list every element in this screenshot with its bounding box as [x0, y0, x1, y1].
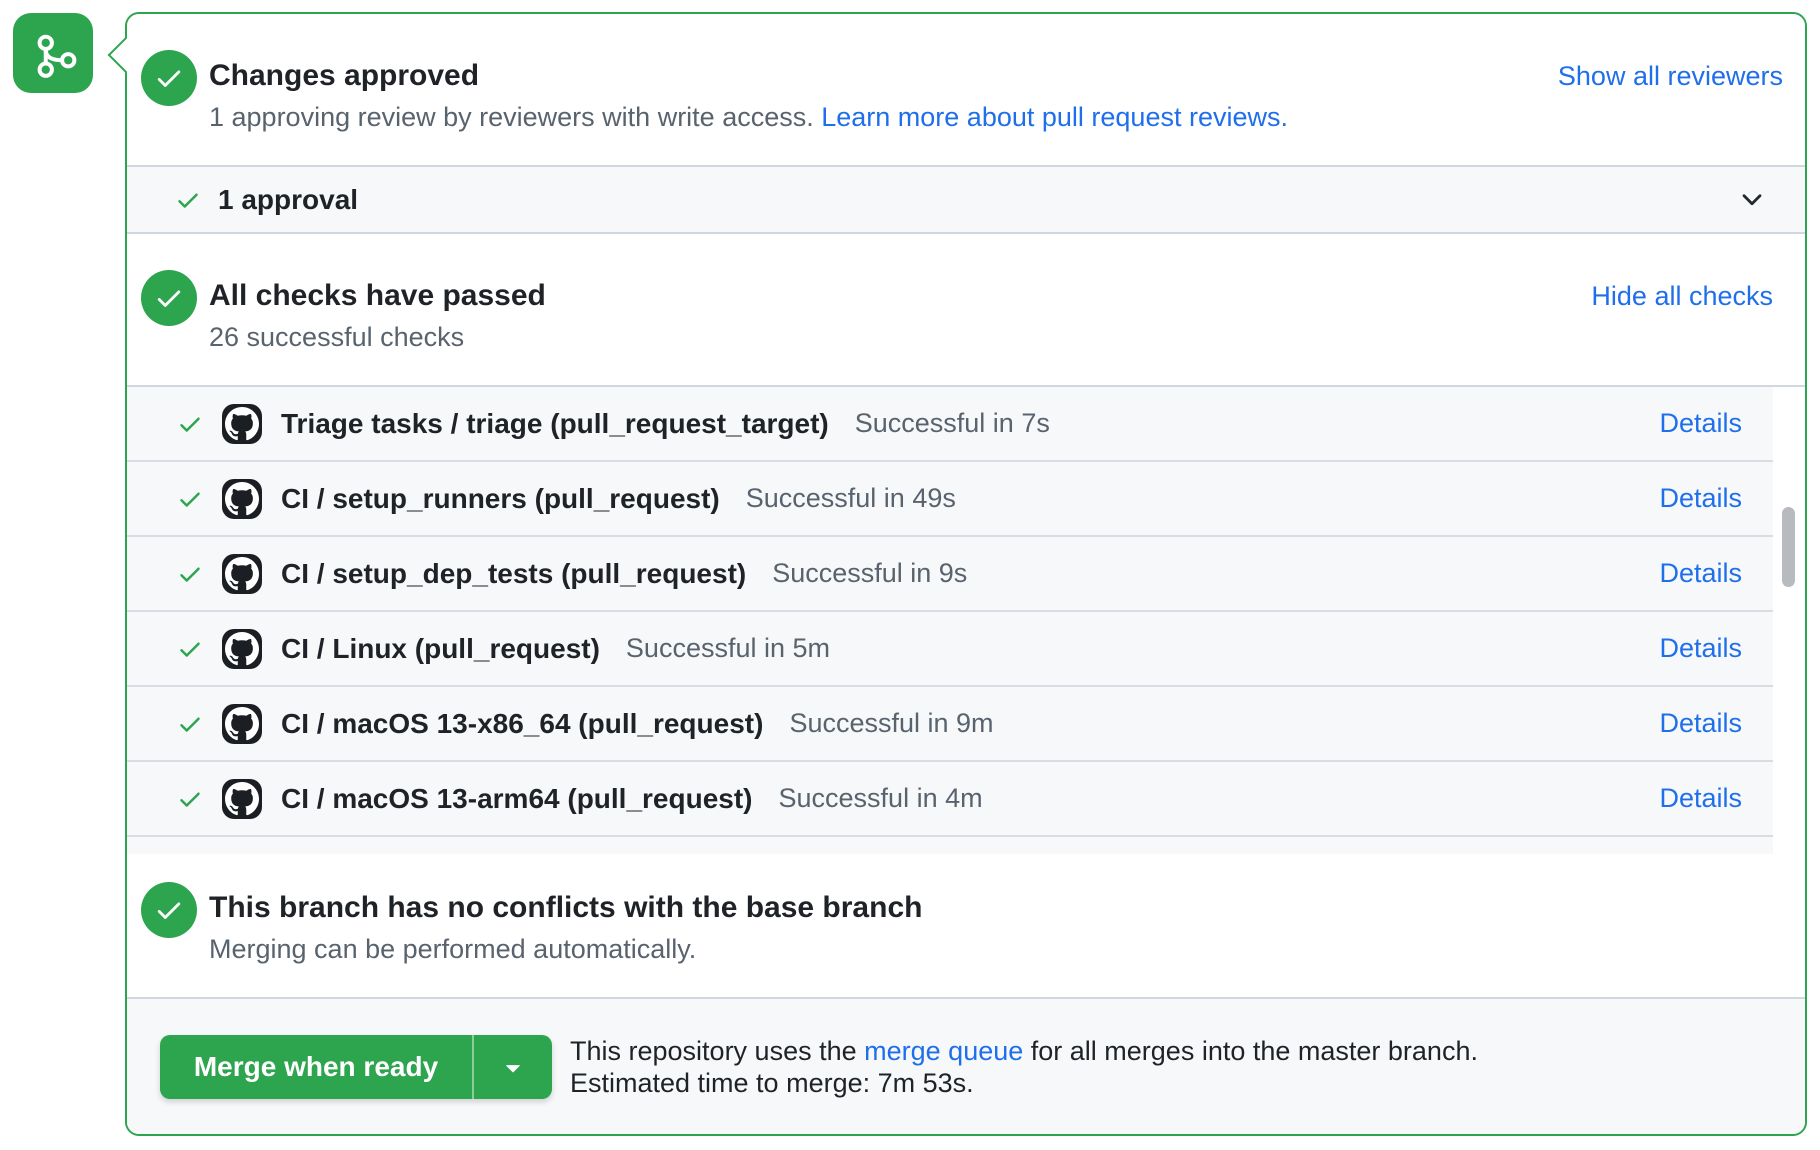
github-actions-avatar — [222, 779, 262, 819]
check-status: Successful in 4m — [779, 783, 983, 814]
check-icon — [175, 187, 201, 213]
merge-note-line1: This repository uses the merge queue for… — [570, 1035, 1478, 1067]
github-actions-avatar — [222, 704, 262, 744]
check-status: Successful in 9m — [789, 708, 993, 739]
details-link[interactable]: Details — [1659, 783, 1742, 814]
check-icon — [177, 561, 203, 587]
checks-subtitle: 26 successful checks — [209, 316, 546, 358]
conflict-status-section: This branch has no conflicts with the ba… — [127, 854, 1805, 997]
chevron-down-icon[interactable] — [1737, 185, 1767, 215]
github-actions-avatar — [222, 404, 262, 444]
check-status: Successful in 9s — [772, 558, 967, 589]
triangle-down-icon — [498, 1052, 528, 1082]
conflict-title: This branch has no conflicts with the ba… — [209, 888, 922, 928]
check-row-linux: CI / Linux (pull_request) Successful in … — [127, 612, 1773, 687]
checks-scrollbar[interactable] — [1782, 507, 1795, 587]
merge-footer: Merge when ready This repository uses th… — [127, 997, 1805, 1134]
check-status: Successful in 7s — [855, 408, 1050, 439]
review-title: Changes approved — [209, 56, 1288, 96]
merge-queue-link[interactable]: merge queue — [864, 1036, 1023, 1066]
check-icon — [177, 786, 203, 812]
git-branch-marker — [13, 13, 93, 93]
learn-more-link[interactable]: Learn more about pull request reviews. — [821, 102, 1288, 132]
approval-count-label: 1 approval — [218, 184, 358, 216]
check-name: CI / macOS 13-arm64 (pull_request) — [281, 783, 753, 815]
details-link[interactable]: Details — [1659, 483, 1742, 514]
merge-options-dropdown-button[interactable] — [472, 1035, 552, 1099]
success-check-circle-icon — [141, 50, 197, 106]
merge-note-text: for all merges into the master branch. — [1023, 1036, 1478, 1066]
check-icon — [177, 636, 203, 662]
review-subtitle: 1 approving review by reviewers with wri… — [209, 102, 821, 132]
merge-note-text: This repository uses the — [570, 1036, 864, 1066]
check-row-partial — [127, 837, 1773, 854]
check-icon — [177, 711, 203, 737]
details-link[interactable]: Details — [1659, 708, 1742, 739]
git-branch-icon — [24, 24, 82, 82]
check-icon — [177, 486, 203, 512]
hide-all-checks-link[interactable]: Hide all checks — [1591, 281, 1773, 312]
check-row-macos-x86: CI / macOS 13-x86_64 (pull_request) Succ… — [127, 687, 1773, 762]
check-name: CI / macOS 13-x86_64 (pull_request) — [281, 708, 763, 740]
checks-status-section: All checks have passed 26 successful che… — [127, 234, 1805, 385]
merge-when-ready-button[interactable]: Merge when ready — [160, 1035, 472, 1099]
review-status-section: Changes approved 1 approving review by r… — [127, 14, 1805, 165]
success-check-circle-icon — [141, 882, 197, 938]
check-status: Successful in 5m — [626, 633, 830, 664]
success-check-circle-icon — [141, 270, 197, 326]
github-actions-avatar — [222, 554, 262, 594]
check-row-triage: Triage tasks / triage (pull_request_targ… — [127, 387, 1773, 462]
details-link[interactable]: Details — [1659, 633, 1742, 664]
checks-list: Triage tasks / triage (pull_request_targ… — [127, 387, 1773, 854]
merge-note-line2: Estimated time to merge: 7m 53s. — [570, 1067, 1478, 1099]
approval-summary-row[interactable]: 1 approval — [127, 165, 1805, 234]
merge-queue-note: This repository uses the merge queue for… — [570, 1035, 1478, 1099]
github-actions-avatar — [222, 629, 262, 669]
check-name: Triage tasks / triage (pull_request_targ… — [281, 408, 829, 440]
show-all-reviewers-link[interactable]: Show all reviewers — [1558, 61, 1783, 92]
checks-list-container: Triage tasks / triage (pull_request_targ… — [127, 385, 1805, 854]
github-actions-avatar — [222, 479, 262, 519]
check-name: CI / setup_dep_tests (pull_request) — [281, 558, 746, 590]
merge-status-box: Changes approved 1 approving review by r… — [125, 12, 1807, 1136]
check-row-macos-arm64: CI / macOS 13-arm64 (pull_request) Succe… — [127, 762, 1773, 837]
check-icon — [177, 411, 203, 437]
checks-title: All checks have passed — [209, 276, 546, 316]
conflict-subtitle: Merging can be performed automatically. — [209, 928, 922, 970]
check-name: CI / setup_runners (pull_request) — [281, 483, 720, 515]
merge-button-group: Merge when ready — [160, 1035, 552, 1099]
check-row-setup-dep-tests: CI / setup_dep_tests (pull_request) Succ… — [127, 537, 1773, 612]
check-row-setup-runners: CI / setup_runners (pull_request) Succes… — [127, 462, 1773, 537]
details-link[interactable]: Details — [1659, 558, 1742, 589]
details-link[interactable]: Details — [1659, 408, 1742, 439]
check-name: CI / Linux (pull_request) — [281, 633, 600, 665]
check-status: Successful in 49s — [746, 483, 956, 514]
